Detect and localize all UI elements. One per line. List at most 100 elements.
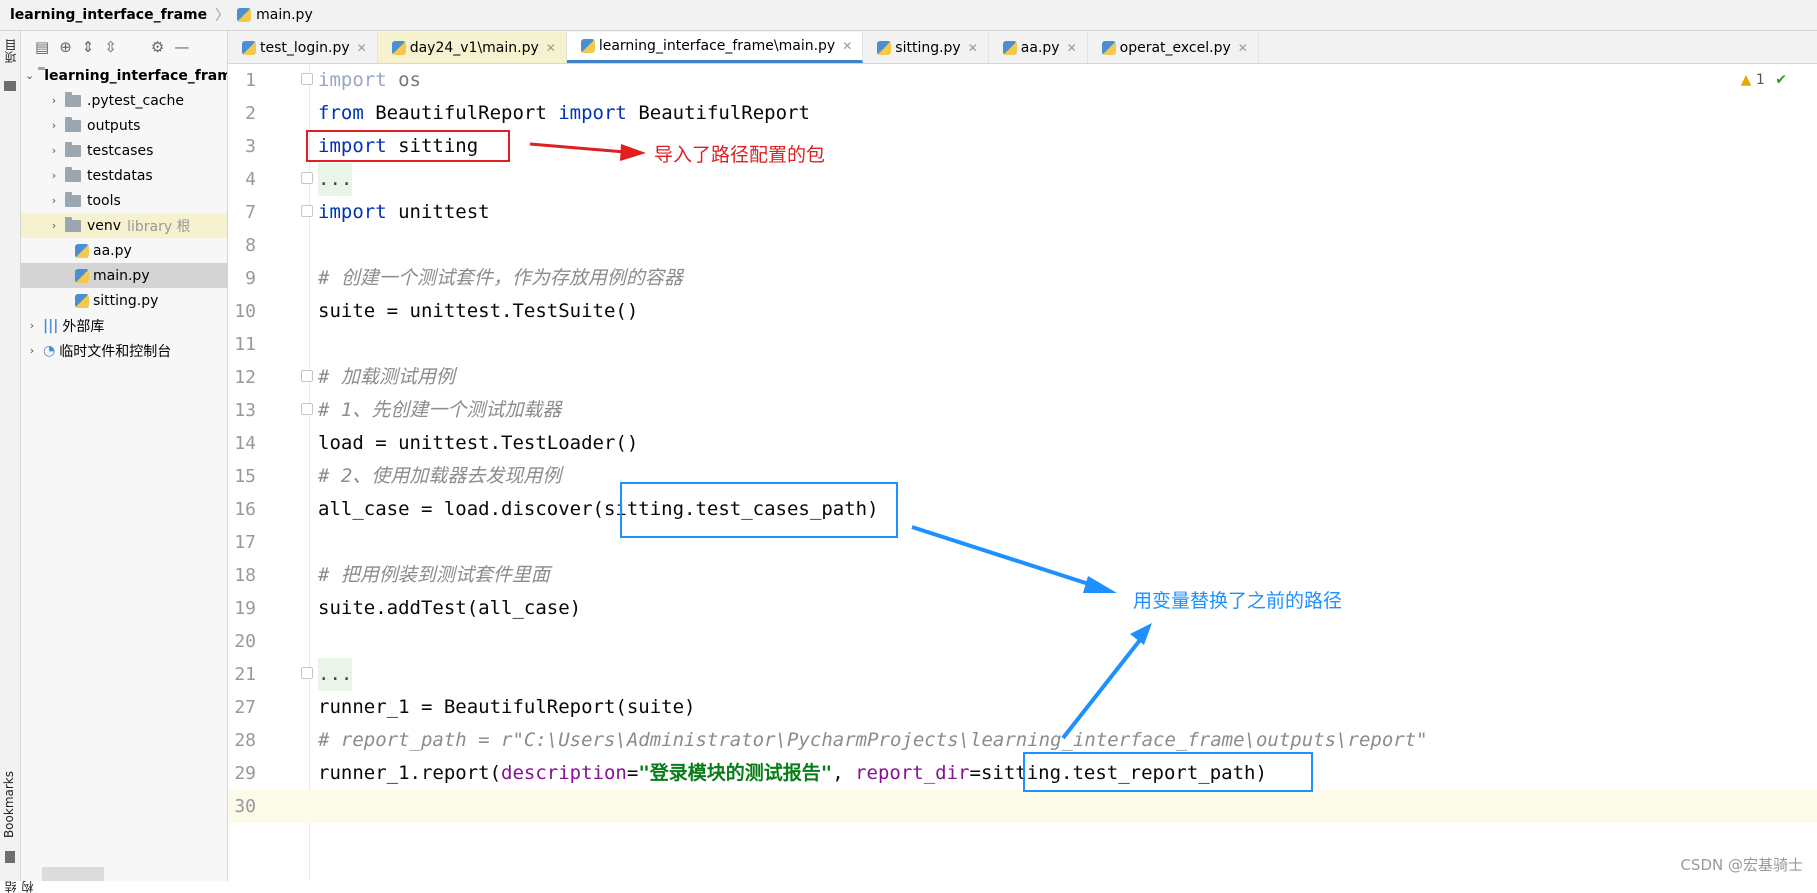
project-view-icon[interactable]: ▤ [35, 38, 49, 56]
keyword: import [318, 69, 387, 91]
tree-item-label: sitting.py [93, 292, 159, 309]
tree-item-main-py[interactable]: main.py [21, 263, 227, 288]
line-number: 1 [245, 70, 256, 91]
folded-code[interactable]: ... [318, 163, 353, 196]
line-number: 19 [234, 598, 256, 619]
tree-item-tools[interactable]: › tools [21, 188, 227, 213]
chevron-right-icon[interactable]: › [47, 144, 61, 157]
close-icon[interactable]: ✕ [1238, 41, 1248, 55]
tree-root[interactable]: ⌄ learning_interface_frame [21, 63, 227, 88]
horizontal-scrollbar[interactable] [42, 867, 104, 881]
hide-icon[interactable]: — [174, 38, 189, 56]
line-number: 8 [245, 235, 256, 256]
code-editor[interactable]: ▲ 1 ✔ 1 import os 2 from BeautifulReport… [228, 64, 1817, 881]
tree-item-outputs[interactable]: › outputs [21, 113, 227, 138]
code-token: unittest [386, 201, 490, 223]
tab-aa[interactable]: aa.py ✕ [989, 32, 1088, 63]
code-line: 8 [228, 229, 1817, 262]
fold-icon[interactable] [301, 403, 313, 415]
python-file-icon [1002, 40, 1017, 55]
code-line: 16 all_case = load.discover(sitting.test… [228, 493, 1817, 526]
locate-icon[interactable]: ⊕ [59, 38, 72, 56]
chevron-right-icon[interactable]: › [25, 344, 39, 357]
code-line: 15 # 2、使用加载器去发现用例 [228, 460, 1817, 493]
tree-item-external-libraries[interactable]: › ||| 外部库 [21, 313, 227, 338]
chevron-right-icon[interactable]: › [25, 319, 39, 332]
line-number: 15 [234, 466, 256, 487]
tree-item-sitting-py[interactable]: sitting.py [21, 288, 227, 313]
fold-icon[interactable] [301, 205, 313, 217]
line-number: 28 [234, 730, 256, 751]
tree-item-scratches[interactable]: › ◔ 临时文件和控制台 [21, 338, 227, 363]
chevron-right-icon[interactable]: › [47, 94, 61, 107]
gear-icon[interactable]: ⚙ [151, 38, 164, 56]
tree-item-testdatas[interactable]: › testdatas [21, 163, 227, 188]
scratches-icon: ◔ [43, 342, 56, 359]
chevron-right-icon[interactable]: › [47, 119, 61, 132]
breadcrumb-project[interactable]: learning_interface_frame [10, 7, 207, 23]
expand-all-icon[interactable]: ⇕ [82, 38, 95, 56]
fold-icon[interactable] [301, 667, 313, 679]
code-comment: # 把用例装到测试套件里面 [318, 564, 550, 586]
tab-learning-interface-main[interactable]: learning_interface_frame\main.py ✕ [566, 32, 864, 63]
tab-sitting[interactable]: sitting.py ✕ [863, 32, 989, 63]
tab-day24-main[interactable]: day24_v1\main.py ✕ [377, 32, 567, 63]
line-number: 18 [234, 565, 256, 586]
tab-label: learning_interface_frame\main.py [598, 38, 836, 54]
keyword: import [558, 102, 627, 124]
tool-window-strip: 项目 Bookmarks 结构 [0, 31, 35, 893]
close-icon[interactable]: ✕ [357, 41, 367, 55]
code-comment: # 2、使用加载器去发现用例 [318, 465, 562, 487]
close-icon[interactable]: ✕ [546, 41, 556, 55]
tree-item-label: tools [87, 192, 121, 209]
fold-icon[interactable] [301, 73, 313, 85]
line-number: 7 [245, 202, 256, 223]
library-root-label: library 根 [127, 218, 191, 235]
code-line: 1 import os [228, 64, 1817, 97]
chevron-right-icon[interactable]: › [47, 169, 61, 182]
code-text: import unittest [318, 196, 490, 229]
structure-tool-button[interactable]: 结构 [2, 881, 36, 893]
chevron-down-icon[interactable]: ⌄ [25, 69, 34, 82]
python-file-icon [75, 243, 89, 258]
folded-code[interactable]: ... [318, 658, 353, 691]
fold-icon[interactable] [301, 370, 313, 382]
line-number: 12 [234, 367, 256, 388]
tab-label: sitting.py [895, 39, 961, 56]
line-number: 13 [234, 400, 256, 421]
fold-icon[interactable] [301, 172, 313, 184]
code-line: 7 import unittest [228, 196, 1817, 229]
tree-item-pytest-cache[interactable]: › .pytest_cache [21, 88, 227, 113]
tab-operat-excel[interactable]: operat_excel.py ✕ [1088, 32, 1259, 63]
code-token: BeautifulReport [626, 102, 810, 124]
collapse-all-icon[interactable]: ⇳ [104, 38, 117, 56]
tree-item-venv[interactable]: › venv library 根 [21, 213, 227, 238]
project-tool-button[interactable]: 项目 [2, 39, 19, 63]
navigation-bar: learning_interface_frame 〉 main.py [0, 0, 1817, 31]
code-line: 10 suite = unittest.TestSuite() [228, 295, 1817, 328]
folder-icon [65, 216, 81, 232]
tab-test-login[interactable]: test_login.py ✕ [228, 32, 378, 63]
close-icon[interactable]: ✕ [968, 41, 978, 55]
tree-item-label: 临时文件和控制台 [59, 343, 172, 360]
tree-item-testcases[interactable]: › testcases [21, 138, 227, 163]
bookmarks-tool-button[interactable]: Bookmarks [2, 771, 16, 838]
tab-label: operat_excel.py [1119, 39, 1231, 56]
python-file-icon [242, 40, 256, 55]
project-tree: ⌄ learning_interface_frame › .pytest_cac… [21, 63, 227, 363]
code-comment: # 创建一个测试套件，作为存放用例的容器 [318, 267, 683, 289]
current-line: 30 [228, 790, 1817, 823]
breadcrumb-file[interactable]: main.py [256, 7, 313, 23]
line-number: 11 [234, 334, 256, 355]
chevron-right-icon[interactable]: › [47, 194, 61, 207]
close-icon[interactable]: ✕ [842, 39, 852, 53]
tree-item-aa-py[interactable]: aa.py [21, 238, 227, 263]
close-icon[interactable]: ✕ [1067, 41, 1077, 55]
code-text: runner_1.report(description="登录模块的测试报告",… [318, 757, 1267, 790]
chevron-right-icon[interactable]: › [47, 219, 61, 232]
tree-item-label: testcases [87, 142, 154, 159]
tree-item-label: .pytest_cache [87, 92, 184, 109]
code-line: 27 runner_1 = BeautifulReport(suite) [228, 691, 1817, 724]
keyword: import [318, 135, 387, 157]
blue-annotation-label: 用变量替换了之前的路径 [1133, 590, 1343, 612]
